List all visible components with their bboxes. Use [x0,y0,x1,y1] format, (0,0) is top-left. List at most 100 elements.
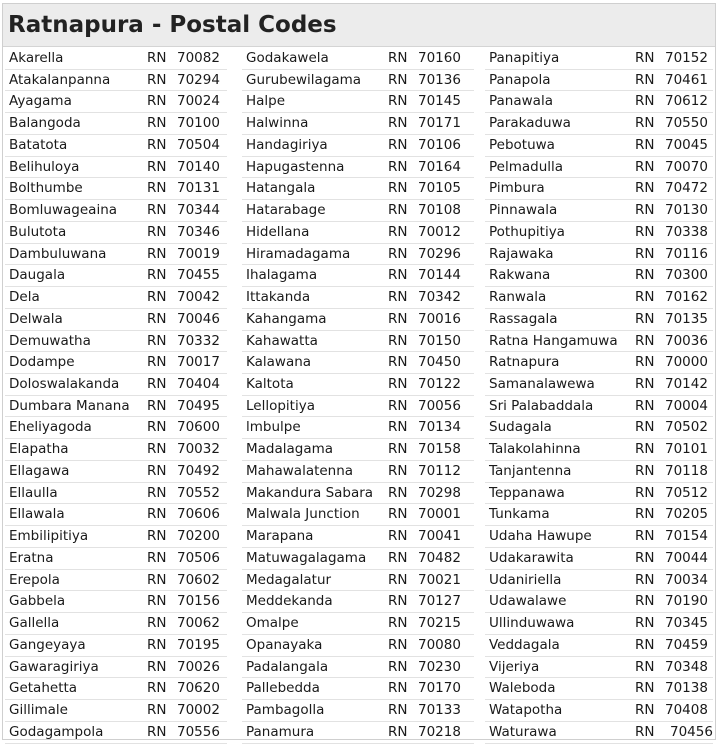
town-name: Kahawatta [246,332,318,349]
region-code: RN [635,354,655,371]
postal-code: 70332 [177,332,220,349]
postal-row: Lellopitiya RN 70056 [242,396,474,418]
town-name: Kalawana [246,354,312,371]
postal-row: Madalagama RN 70158 [242,439,474,461]
region-code: RN [388,528,408,545]
postal-row: Pambagolla RN 70133 [242,700,474,722]
region-code: RN [635,462,655,479]
town-name: Hapugastenna [246,158,345,175]
region-code: RN [147,549,167,566]
region-code: RN [635,419,655,436]
postal-code: 70556 [177,723,220,740]
postal-code: 70338 [665,223,708,240]
town-name: Omalpe [246,615,299,632]
postal-row: Opanayaka RN 70080 [242,635,474,657]
town-name: Handagiriya [246,136,328,153]
region-code: RN [388,419,408,436]
town-name: Pebotuwa [489,136,555,153]
postal-code: 70160 [418,50,461,66]
postal-code: 70620 [177,680,220,697]
region-code: RN [147,615,167,632]
postal-code: 70170 [418,680,461,697]
postal-row: Bomluwageaina RN 70344 [5,200,227,222]
postal-row: Panamura RN 70218 [242,722,474,744]
postal-code: 70455 [177,267,220,284]
town-name: Malwala Junction [246,506,360,523]
region-code: RN [147,680,167,697]
postal-row: Hatangala RN 70105 [242,178,474,201]
postal-code: 70200 [177,528,220,545]
region-code: RN [147,506,167,523]
town-name: Panapitiya [489,50,560,66]
postal-code: 70156 [177,593,220,610]
postal-code: 70150 [418,332,461,349]
region-code: RN [388,158,408,175]
postal-code: 70134 [418,419,461,436]
postal-row: Godagampola RN 70556 [5,722,227,744]
postal-code: 70162 [665,289,708,306]
postal-code: 70502 [665,419,708,436]
postal-row: Vijeriya RN 70348 [485,657,713,679]
region-code: RN [388,397,408,414]
postal-row: Ayagama RN 70024 [5,91,227,114]
town-name: Bomluwageaina [9,202,118,219]
region-code: RN [388,267,408,284]
town-name: Madalagama [246,441,334,458]
postal-code: 70105 [418,180,461,197]
town-name: Halpe [246,93,286,110]
postal-row: Ullinduwawa RN 70345 [485,613,713,635]
postal-row: Balangoda RN 70100 [5,113,227,135]
town-name: Daugala [9,267,66,284]
postal-row: Ittakanda RN 70342 [242,287,474,309]
postal-code: 70116 [665,245,708,262]
postal-code: 70504 [177,136,220,153]
town-name: Ayagama [9,93,72,110]
postal-code: 70145 [418,93,461,110]
region-code: RN [635,723,655,740]
region-code: RN [147,723,167,740]
postal-code: 70001 [418,506,461,523]
town-name: Godakawela [246,50,329,66]
postal-row: Rassagala RN 70135 [485,309,713,331]
postal-code: 70215 [418,615,461,632]
postal-row: Ihalagama RN 70144 [242,265,474,288]
town-name: Hatangala [246,180,316,197]
town-name: Tunkama [489,506,550,523]
postal-code: 70495 [177,397,220,414]
region-code: RN [635,289,655,306]
region-code: RN [635,506,655,523]
postal-code: 70016 [418,310,461,327]
postal-code: 70550 [665,115,708,132]
town-name: Hiramadagama [246,245,351,262]
postal-row: Gurubewilagama RN 70136 [242,70,474,92]
postal-row: Waleboda RN 70138 [485,678,713,701]
postal-code: 70404 [177,376,220,393]
town-name: Balangoda [9,115,81,132]
postal-row: Akarella RN 70082 [5,48,227,70]
postal-code: 70506 [177,549,220,566]
postal-row: Gillimale RN 70002 [5,700,227,722]
postal-row: Dela RN 70042 [5,287,227,309]
postal-row: Makandura Sabara RN 70298 [242,483,474,505]
town-name: Gillimale [9,702,68,719]
region-code: RN [388,549,408,566]
postal-row: Kalawana RN 70450 [242,352,474,375]
town-name: Waleboda [489,680,556,697]
postal-codes-panel: Ratnapura - Postal Codes Akarella RN 70082… [2,3,716,744]
region-code: RN [635,680,655,697]
postal-row: Halwinna RN 70171 [242,113,474,135]
postal-row: Pallebedda RN 70170 [242,678,474,701]
postal-code: 70044 [665,549,708,566]
postal-code: 70154 [665,528,708,545]
region-code: RN [635,528,655,545]
region-code: RN [388,310,408,327]
postal-code: 70056 [418,397,461,414]
postal-code: 70130 [665,202,708,219]
region-code: RN [635,310,655,327]
town-name: Halwinna [246,115,309,132]
town-name: Dela [9,289,40,306]
postal-row: Doloswalakanda RN 70404 [5,374,227,396]
town-name: Ratna Hangamuwa [489,332,618,349]
postal-code: 70045 [665,136,708,153]
postal-row: Delwala RN 70046 [5,309,227,331]
